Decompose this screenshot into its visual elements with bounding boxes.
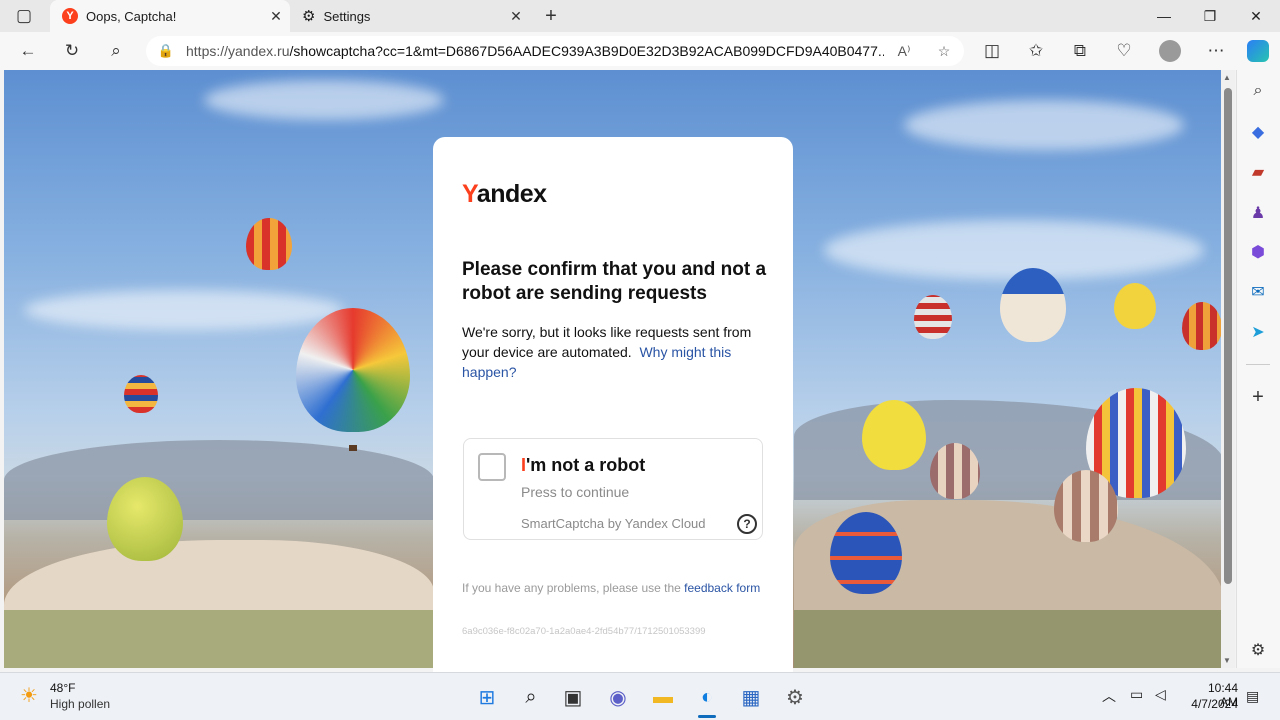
tab-title: Settings bbox=[323, 8, 371, 24]
sidebar-drop-icon[interactable]: ➤ bbox=[1244, 318, 1272, 346]
refresh-icon[interactable]: ↻ bbox=[54, 32, 90, 70]
close-tab-icon[interactable]: ✕ bbox=[502, 8, 530, 25]
sidebar-search-icon[interactable]: ⌕ bbox=[1244, 77, 1272, 105]
active-app-indicator bbox=[698, 715, 716, 718]
feedback-text: If you have any problems, please use the… bbox=[462, 581, 761, 595]
tab-oops-captcha[interactable]: Y Oops, Captcha! ✕ bbox=[50, 0, 290, 32]
profile-avatar-icon[interactable] bbox=[1152, 32, 1188, 70]
start-icon[interactable]: ⊞ bbox=[470, 680, 504, 714]
scrollbar-thumb[interactable] bbox=[1224, 88, 1232, 584]
url-text[interactable]: https://yandex.ru/showcaptcha?cc=1&mt=D6… bbox=[186, 43, 884, 59]
volume-icon[interactable]: ◁ bbox=[1155, 686, 1166, 703]
read-aloud-icon[interactable]: A⁾ bbox=[884, 43, 924, 60]
tab-title: Oops, Captcha! bbox=[86, 8, 177, 24]
weather-description[interactable]: High pollen bbox=[50, 697, 110, 711]
restore-icon[interactable]: ❐ bbox=[1187, 0, 1233, 32]
file-explorer-icon[interactable]: ▬ bbox=[646, 680, 680, 714]
sidebar-shopping-icon[interactable]: ◆ bbox=[1244, 118, 1272, 146]
teams-chat-icon[interactable]: ◉ bbox=[601, 680, 635, 714]
feedback-form-link[interactable]: feedback form bbox=[684, 581, 760, 595]
collections-icon[interactable]: ⧉ bbox=[1062, 32, 1098, 70]
not-robot-label[interactable]: I'm not a robot bbox=[521, 455, 645, 476]
notifications-icon[interactable]: ▤ bbox=[1246, 688, 1259, 705]
close-window-icon[interactable]: ✕ bbox=[1233, 0, 1279, 32]
back-arrow-icon[interactable]: ← bbox=[10, 32, 46, 70]
captcha-heading: Please confirm that you and not a robot … bbox=[462, 259, 767, 304]
lock-icon[interactable]: 🔒 bbox=[146, 43, 186, 59]
browser-essentials-icon[interactable]: ♡ bbox=[1106, 32, 1142, 70]
minimize-icon[interactable]: — bbox=[1141, 0, 1187, 32]
tab-settings[interactable]: ⚙ Settings ✕ bbox=[290, 0, 530, 32]
more-options-icon[interactable]: ⋯ bbox=[1198, 32, 1234, 70]
press-to-continue-text: Press to continue bbox=[521, 484, 630, 500]
smartcaptcha-branding: SmartCaptcha by Yandex Cloud bbox=[521, 516, 706, 531]
favorites-icon[interactable]: ✩ bbox=[1018, 32, 1054, 70]
network-icon[interactable]: ▭ bbox=[1130, 686, 1143, 703]
new-tab-icon[interactable]: + bbox=[533, 0, 569, 32]
address-bar[interactable]: 🔒 https://yandex.ru/showcaptcha?cc=1&mt=… bbox=[146, 36, 964, 66]
tab-actions-icon[interactable]: ▢ bbox=[6, 0, 42, 32]
show-hidden-icons-icon[interactable]: ︿ bbox=[1102, 686, 1116, 706]
not-robot-checkbox[interactable] bbox=[478, 453, 506, 481]
close-tab-icon[interactable]: ✕ bbox=[262, 8, 290, 25]
taskbar-search-icon[interactable]: ⌕ bbox=[514, 680, 548, 714]
edge-icon[interactable]: ◐ bbox=[690, 680, 724, 714]
sidebar-add-icon[interactable]: + bbox=[1244, 383, 1272, 411]
sidebar-divider bbox=[1246, 364, 1270, 365]
sidebar-settings-icon[interactable]: ⚙ bbox=[1244, 636, 1272, 664]
settings-app-icon[interactable]: ⚙ bbox=[778, 680, 812, 714]
sidebar-games-icon[interactable]: ♟ bbox=[1244, 199, 1272, 227]
clock-date[interactable]: 4/7/2024 bbox=[1183, 697, 1238, 711]
sidebar-microsoft365-icon[interactable]: ⬢ bbox=[1244, 238, 1272, 266]
taskbar bbox=[0, 672, 1280, 720]
scroll-up-icon[interactable]: ▲ bbox=[1223, 73, 1231, 82]
help-icon[interactable]: ? bbox=[737, 514, 757, 534]
sidebar-tools-icon[interactable]: ▰ bbox=[1244, 158, 1272, 186]
scroll-down-icon[interactable]: ▼ bbox=[1223, 656, 1231, 665]
weather-temperature[interactable]: 48°F bbox=[50, 681, 75, 695]
split-screen-icon[interactable]: ◫ bbox=[974, 32, 1010, 70]
store-icon[interactable]: ▦ bbox=[734, 680, 768, 714]
favorite-star-icon[interactable]: ☆ bbox=[924, 43, 964, 60]
captcha-card bbox=[433, 137, 793, 697]
search-icon[interactable]: ⌕ bbox=[98, 32, 134, 70]
captcha-description: We're sorry, but it looks like requests … bbox=[462, 324, 752, 380]
gear-icon: ⚙ bbox=[302, 8, 316, 25]
yandex-logo: Yandex bbox=[462, 180, 547, 208]
weather-icon[interactable]: ☀ bbox=[20, 683, 38, 708]
task-view-icon[interactable]: ▣ bbox=[556, 680, 590, 714]
copilot-icon[interactable] bbox=[1240, 32, 1276, 70]
sidebar-outlook-icon[interactable]: ✉ bbox=[1244, 278, 1272, 306]
request-id: 6a9c036e-f8c02a70-1a2a0ae4-2fd54b77/1712… bbox=[462, 626, 706, 637]
yandex-favicon-icon: Y bbox=[62, 8, 78, 24]
